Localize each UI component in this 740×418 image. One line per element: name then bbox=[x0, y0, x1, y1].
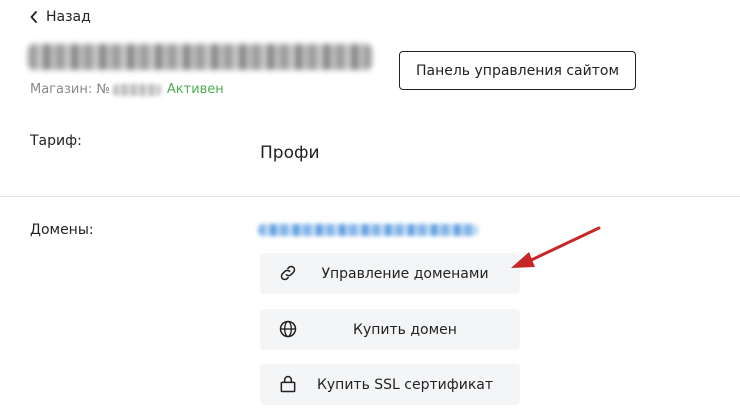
store-info: Магазин: № Активен bbox=[30, 82, 224, 97]
lock-icon bbox=[280, 375, 296, 393]
globe-icon bbox=[279, 320, 297, 338]
domains-label: Домены: bbox=[30, 222, 94, 238]
buy-domain-button[interactable]: Купить домен bbox=[260, 309, 520, 350]
buy-ssl-label: Купить SSL сертификат bbox=[316, 376, 494, 393]
section-divider bbox=[0, 196, 740, 197]
chevron-left-icon bbox=[30, 11, 37, 23]
back-link-label: Назад bbox=[46, 9, 91, 25]
tariff-value: Профи bbox=[260, 143, 320, 163]
link-icon bbox=[280, 265, 296, 281]
buy-ssl-button[interactable]: Купить SSL сертификат bbox=[260, 364, 520, 405]
buy-domain-label: Купить домен bbox=[353, 321, 457, 338]
manage-domains-button[interactable]: Управление доменами bbox=[260, 253, 520, 294]
manage-domains-label: Управление доменами bbox=[321, 265, 489, 282]
site-name-redacted bbox=[28, 44, 372, 70]
back-link[interactable]: Назад bbox=[30, 9, 91, 25]
store-number-redacted bbox=[112, 83, 161, 96]
store-number-label: Магазин: № bbox=[30, 82, 110, 97]
domain-link-redacted[interactable] bbox=[258, 224, 478, 236]
tariff-label: Тариф: bbox=[30, 133, 82, 149]
store-details-page: Назад Магазин: № Активен Панель управлен… bbox=[0, 0, 740, 418]
annotation-arrow-icon bbox=[511, 226, 601, 268]
store-status-badge: Активен bbox=[166, 82, 224, 97]
site-control-panel-button[interactable]: Панель управления сайтом bbox=[399, 51, 636, 90]
